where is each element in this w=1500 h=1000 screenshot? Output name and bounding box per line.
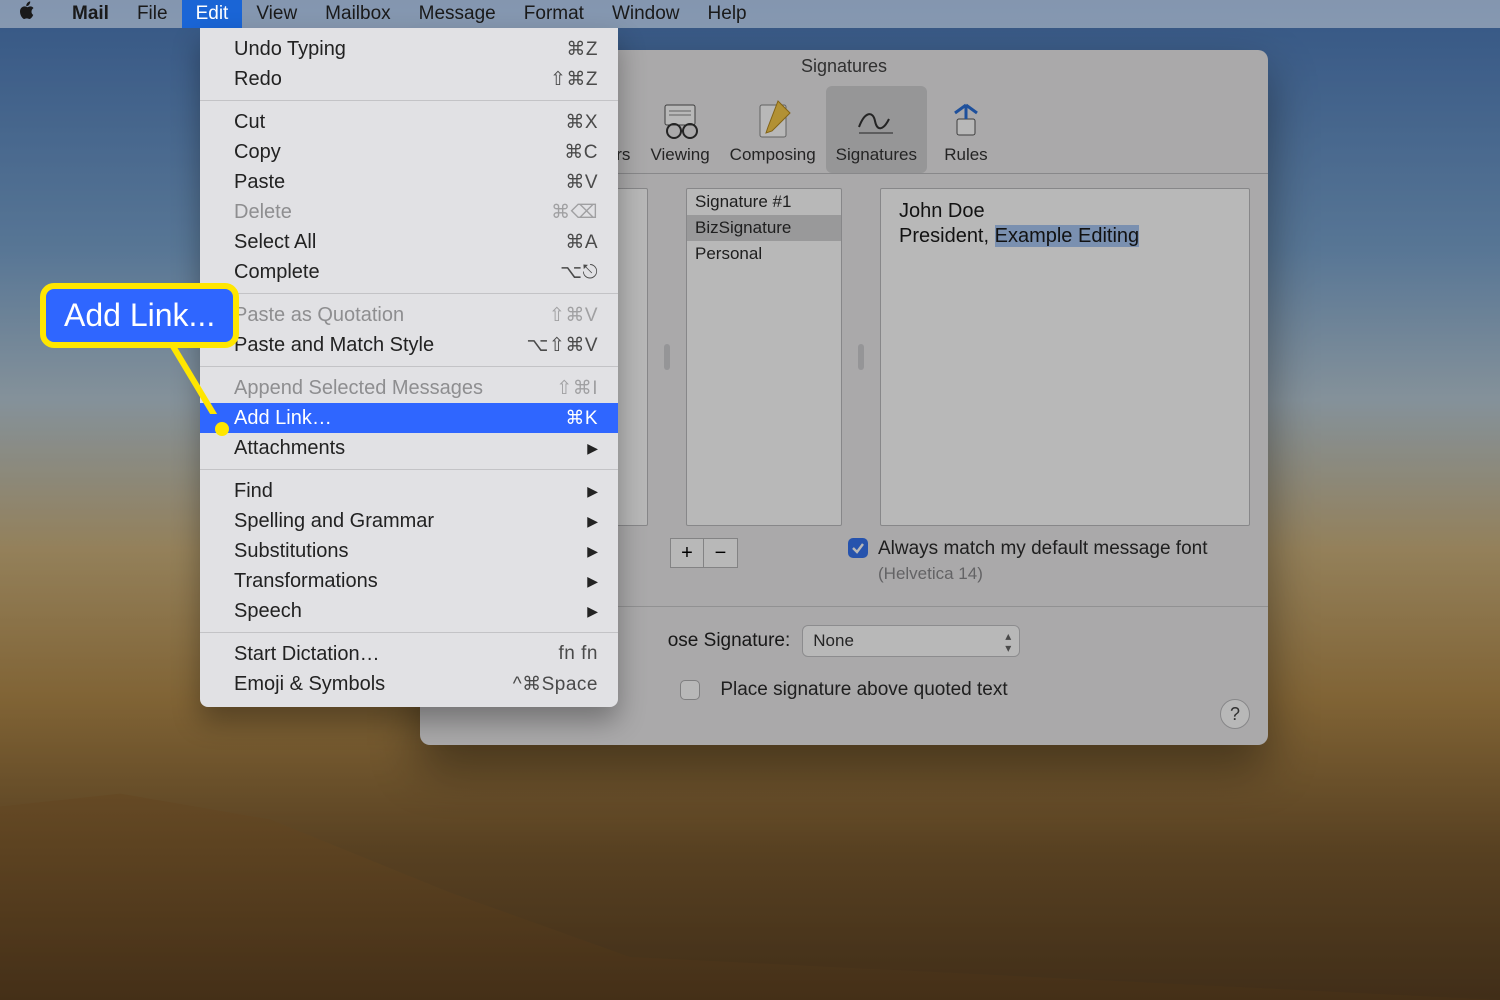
menu-transformations[interactable]: Transformations▶ — [200, 566, 618, 596]
choose-signature-label: ose Signature: — [668, 630, 791, 652]
menu-emoji-symbols[interactable]: Emoji & Symbols^⌘Space — [200, 669, 618, 699]
help-button[interactable]: ? — [1220, 699, 1250, 729]
match-font-sub: (Helvetica 14) — [878, 564, 1207, 584]
menu-view[interactable]: View — [242, 0, 311, 28]
menu-window[interactable]: Window — [598, 0, 694, 28]
menu-select-all[interactable]: Select All⌘A — [200, 227, 618, 257]
menu-mailbox[interactable]: Mailbox — [311, 0, 404, 28]
choose-signature-value: None — [813, 631, 854, 651]
menu-paste-match-style[interactable]: Paste and Match Style⌥⇧⌘V — [200, 330, 618, 360]
submenu-arrow-icon: ▶ — [587, 573, 598, 590]
menu-add-link[interactable]: Add Link…⌘K — [200, 403, 618, 433]
signature-item-1[interactable]: Signature #1 — [687, 189, 841, 215]
toolbar-signatures-label: Signatures — [836, 145, 917, 165]
check-icon — [851, 541, 865, 555]
callout-add-link: Add Link... — [40, 283, 239, 348]
toolbar-rules[interactable]: Rules — [927, 86, 1005, 173]
menu-mail[interactable]: Mail — [58, 0, 123, 28]
toolbar-rules-label: Rules — [944, 145, 987, 165]
add-signature-button[interactable]: + — [670, 538, 704, 568]
menu-substitutions[interactable]: Substitutions▶ — [200, 536, 618, 566]
rules-icon — [943, 97, 989, 143]
toolbar-viewing-label: Viewing — [650, 145, 709, 165]
place-above-checkbox[interactable] — [680, 680, 700, 700]
viewing-icon — [657, 97, 703, 143]
menubar: Mail File Edit View Mailbox Message Form… — [0, 0, 1500, 28]
menu-speech[interactable]: Speech▶ — [200, 596, 618, 626]
menu-find[interactable]: Find▶ — [200, 476, 618, 506]
submenu-arrow-icon: ▶ — [587, 513, 598, 530]
help-icon: ? — [1230, 704, 1240, 725]
submenu-arrow-icon: ▶ — [587, 603, 598, 620]
toolbar-composing[interactable]: Composing — [720, 86, 826, 173]
resize-handle-right[interactable] — [856, 188, 866, 526]
menu-paste-quotation: Paste as Quotation⇧⌘V — [200, 300, 618, 330]
menu-append-selected: Append Selected Messages⇧⌘I — [200, 373, 618, 403]
menu-redo[interactable]: Redo⇧⌘Z — [200, 64, 618, 94]
menu-undo[interactable]: Undo Typing⌘Z — [200, 34, 618, 64]
remove-signature-button[interactable]: − — [704, 538, 738, 568]
menu-cut[interactable]: Cut⌘X — [200, 107, 618, 137]
composing-icon — [750, 97, 796, 143]
menu-message[interactable]: Message — [405, 0, 510, 28]
menu-paste[interactable]: Paste⌘V — [200, 167, 618, 197]
edit-dropdown: Undo Typing⌘Z Redo⇧⌘Z Cut⌘X Copy⌘C Paste… — [200, 28, 618, 707]
apple-menu-icon[interactable] — [18, 1, 36, 27]
minus-icon: − — [715, 542, 727, 565]
match-font-label: Always match my default message font — [878, 538, 1207, 560]
signature-line-2: President, Example Editing — [899, 224, 1231, 249]
menu-start-dictation[interactable]: Start Dictation…fn fn — [200, 639, 618, 669]
menu-edit[interactable]: Edit — [182, 0, 243, 28]
signature-editor[interactable]: John Doe President, Example Editing — [880, 188, 1250, 526]
match-font-checkbox[interactable] — [848, 538, 868, 558]
popup-chevrons-icon: ▴▾ — [1005, 630, 1011, 654]
toolbar-viewing[interactable]: Viewing — [640, 86, 719, 173]
submenu-arrow-icon: ▶ — [587, 543, 598, 560]
signature-item-personal[interactable]: Personal — [687, 241, 841, 267]
submenu-arrow-icon: ▶ — [587, 483, 598, 500]
menu-delete: Delete⌘⌫ — [200, 197, 618, 227]
signatures-icon — [853, 97, 899, 143]
menu-attachments[interactable]: Attachments▶ — [200, 433, 618, 463]
toolbar-composing-label: Composing — [730, 145, 816, 165]
menu-file[interactable]: File — [123, 0, 182, 28]
signature-list[interactable]: Signature #1 BizSignature Personal — [686, 188, 842, 526]
plus-icon: + — [681, 542, 693, 565]
menu-complete[interactable]: Complete⌥⎋ — [200, 257, 618, 287]
signature-line-1: John Doe — [899, 199, 1231, 224]
menu-copy[interactable]: Copy⌘C — [200, 137, 618, 167]
resize-handle-left[interactable] — [662, 188, 672, 526]
toolbar-signatures[interactable]: Signatures — [826, 86, 927, 173]
choose-signature-popup[interactable]: None ▴▾ — [802, 625, 1020, 657]
place-above-label: Place signature above quoted text — [720, 679, 1007, 701]
menu-spelling[interactable]: Spelling and Grammar▶ — [200, 506, 618, 536]
menu-format[interactable]: Format — [510, 0, 598, 28]
callout-dot — [215, 422, 229, 436]
menu-help[interactable]: Help — [694, 0, 761, 28]
submenu-arrow-icon: ▶ — [587, 440, 598, 457]
signature-item-biz[interactable]: BizSignature — [687, 215, 841, 241]
